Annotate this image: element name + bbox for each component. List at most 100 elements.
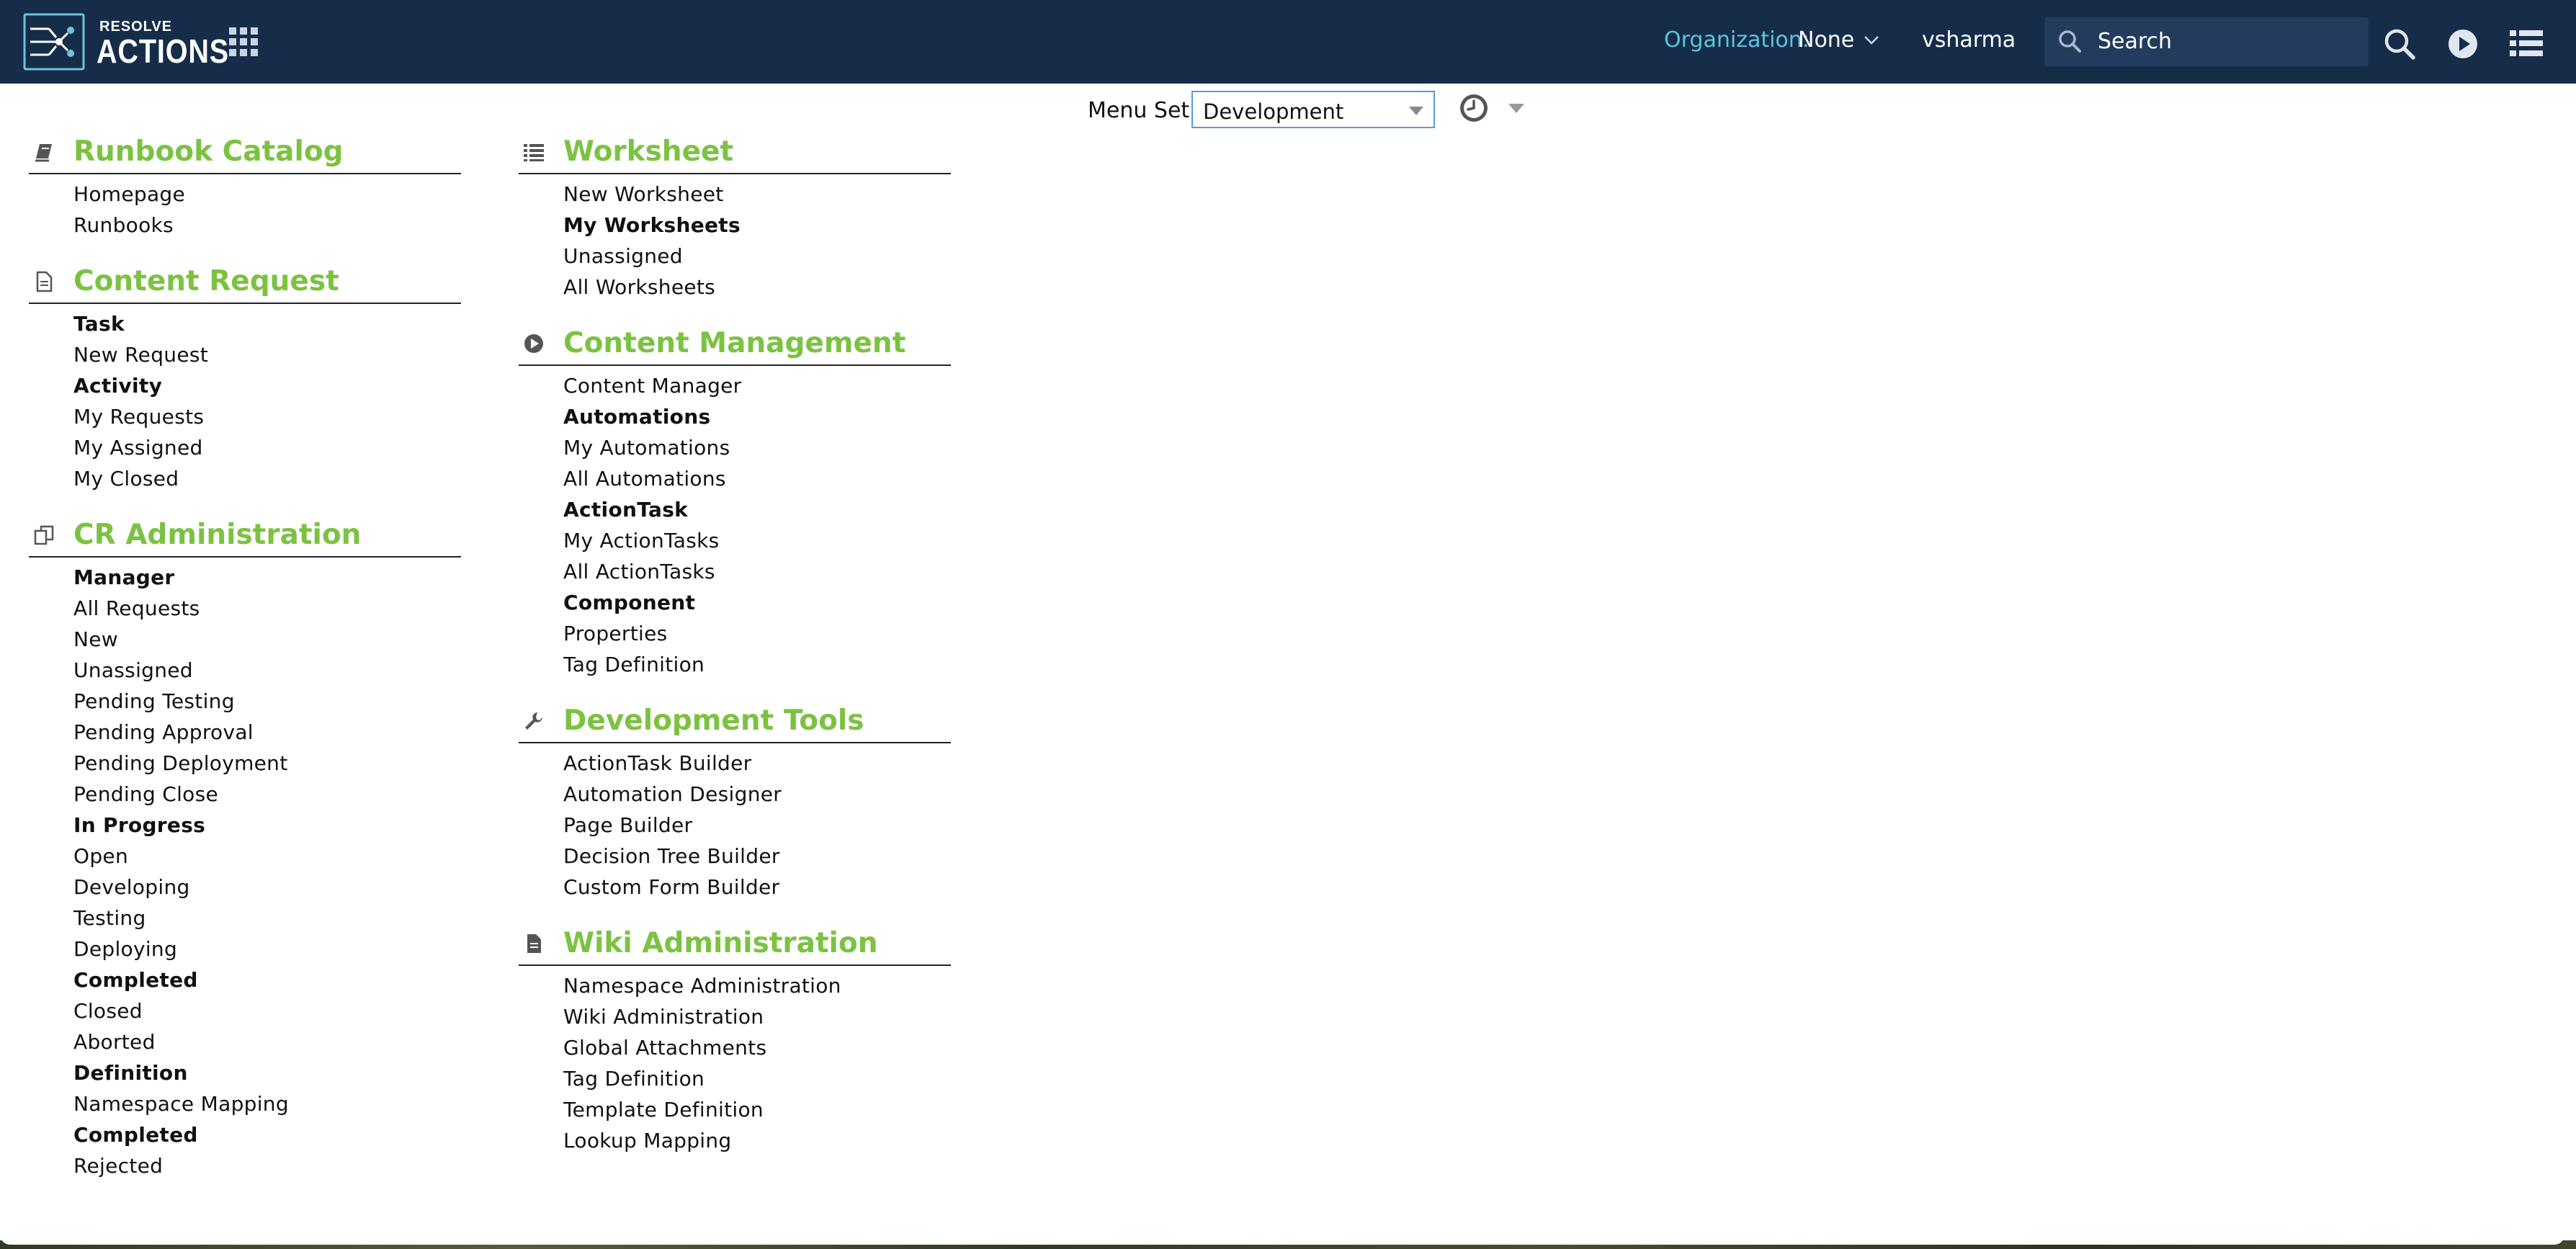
section-title[interactable]: Runbook Catalog (73, 135, 344, 168)
menu-item[interactable]: Tag Definition (519, 649, 951, 680)
menu-item[interactable]: My Assigned (29, 432, 461, 463)
section-item-list: Task New Request Activity My Requests My… (29, 308, 461, 494)
menu-group-label: Definition (73, 1061, 188, 1085)
copy-icon (34, 525, 54, 545)
menu-item[interactable]: Tag Definition (519, 1063, 951, 1094)
menu-set-dropdown[interactable]: Development (1191, 91, 1435, 128)
menu-item[interactable]: Global Attachments (519, 1032, 951, 1063)
wrench-icon (525, 712, 542, 730)
resolve-logo-icon[interactable] (23, 13, 85, 71)
section-item-list: ActionTask Builder Automation Designer P… (519, 748, 951, 903)
menu-item[interactable]: Content Manager (519, 370, 951, 401)
menu-set-label: Menu Set: (1088, 98, 1197, 123)
menu-section-content-request: Content Request Task New Request Activit… (29, 261, 461, 494)
menu-item[interactable]: Custom Form Builder (519, 872, 951, 903)
section-item-list: Content Manager Automations My Automatio… (519, 370, 951, 680)
menu-item[interactable]: Aborted (29, 1026, 461, 1057)
menu-item[interactable]: Developing (29, 872, 461, 903)
menu-item[interactable]: New Worksheet (519, 179, 951, 210)
organization-label: Organization: (1664, 27, 1810, 53)
section-header: Content Management (519, 323, 951, 366)
menu-group-label: Manager (73, 565, 175, 589)
menu-item[interactable]: All Automations (519, 463, 951, 494)
menu-item[interactable]: My Worksheets (519, 210, 951, 241)
search-icon[interactable] (2383, 27, 2416, 61)
menu-group-label: Completed (73, 1123, 198, 1147)
menu-item[interactable]: Pending Approval (29, 717, 461, 748)
section-item-list: Homepage Runbooks (29, 179, 461, 241)
section-title[interactable]: Content Request (73, 265, 339, 297)
section-title[interactable]: Content Management (563, 327, 905, 359)
menu-item[interactable]: Closed (29, 995, 461, 1026)
section-title[interactable]: Wiki Administration (563, 927, 877, 959)
file-icon (527, 934, 541, 953)
menu-item[interactable]: Pending Close (29, 779, 461, 810)
menu-section-worksheet: Worksheet New Worksheet My Worksheets Un… (519, 131, 951, 303)
menu-item[interactable]: Rejected (29, 1150, 461, 1181)
menu-item[interactable]: My Automations (519, 432, 951, 463)
menu-section-wiki-administration: Wiki Administration Namespace Administra… (519, 923, 951, 1156)
menu-item[interactable]: My Closed (29, 463, 461, 494)
apps-grid-icon[interactable] (228, 26, 259, 58)
menu-item[interactable]: Properties (519, 618, 951, 649)
section-header: CR Administration (29, 514, 461, 558)
document-icon (36, 271, 53, 292)
menu-section-development-tools: Development Tools ActionTask Builder Aut… (519, 700, 951, 903)
play-circle-icon (524, 334, 543, 353)
menu-item[interactable]: Unassigned (519, 241, 951, 272)
menu-item[interactable]: Namespace Mapping (29, 1088, 461, 1119)
brand-title: ACTIONS (97, 32, 230, 70)
section-title[interactable]: CR Administration (73, 519, 361, 551)
section-title[interactable]: Worksheet (563, 135, 733, 168)
play-circle-icon[interactable] (2446, 27, 2479, 61)
menu-item[interactable]: Lookup Mapping (519, 1125, 951, 1156)
organization-selector[interactable]: None (1798, 27, 1854, 53)
menu-item[interactable]: Unassigned (29, 655, 461, 686)
menu-item[interactable]: Wiki Administration (519, 1001, 951, 1032)
menu-item[interactable]: All Worksheets (519, 272, 951, 303)
section-header: Wiki Administration (519, 923, 951, 966)
book-icon (35, 144, 52, 162)
section-title[interactable]: Development Tools (563, 704, 864, 737)
menu-group-label: Component (563, 591, 696, 614)
menu-list-icon[interactable] (2510, 29, 2543, 58)
section-header: Runbook Catalog (29, 131, 461, 174)
menu-group-label: Automations (563, 405, 711, 429)
menu-item[interactable]: Open (29, 841, 461, 872)
menu-section-runbook-catalog: Runbook Catalog Homepage Runbooks (29, 131, 461, 241)
clock-icon[interactable] (1458, 92, 1490, 124)
menu-item[interactable]: Namespace Administration (519, 970, 951, 1001)
menu-item[interactable]: All Requests (29, 593, 461, 624)
menu-item[interactable]: ActionTask Builder (519, 748, 951, 779)
user-menu[interactable]: vsharma (1922, 27, 2016, 53)
search-input[interactable]: Search (2044, 17, 2369, 66)
menu-item[interactable]: Template Definition (519, 1094, 951, 1125)
menu-item[interactable]: All ActionTasks (519, 556, 951, 587)
menu-group-label: Completed (73, 968, 198, 992)
menu-item[interactable]: Automation Designer (519, 779, 951, 810)
chevron-down-icon[interactable] (1863, 35, 1880, 46)
menu-item[interactable]: Page Builder (519, 810, 951, 841)
menu-item[interactable]: My ActionTasks (519, 525, 951, 556)
menu-group-label: Activity (73, 374, 163, 398)
menu-item[interactable]: Testing (29, 903, 461, 934)
top-navigation-bar: RESOLVE ACTIONS Organization: None vshar… (0, 0, 2576, 84)
menu-item[interactable]: Pending Deployment (29, 748, 461, 779)
menu-item[interactable]: My Requests (29, 401, 461, 432)
menu-item[interactable]: Homepage (29, 179, 461, 210)
menu-set-value: Development (1203, 99, 1344, 124)
menu-item[interactable]: Decision Tree Builder (519, 841, 951, 872)
section-item-list: Manager All Requests New Unassigned Pend… (29, 562, 461, 1181)
window-bottom-edge (0, 1225, 2564, 1245)
menu-item[interactable]: New Request (29, 339, 461, 370)
history-dropdown-caret-icon[interactable] (1508, 104, 1524, 113)
menu-item[interactable]: Pending Testing (29, 686, 461, 717)
dropdown-caret-icon (1409, 107, 1423, 115)
search-placeholder: Search (2098, 29, 2173, 54)
menu-group-label: ActionTask (563, 498, 689, 521)
section-item-list: Namespace Administration Wiki Administra… (519, 970, 951, 1156)
menu-item[interactable]: New (29, 624, 461, 655)
menu-item[interactable]: Deploying (29, 934, 461, 964)
menu-item[interactable]: Runbooks (29, 210, 461, 241)
menu-group-label: Task (73, 312, 125, 336)
